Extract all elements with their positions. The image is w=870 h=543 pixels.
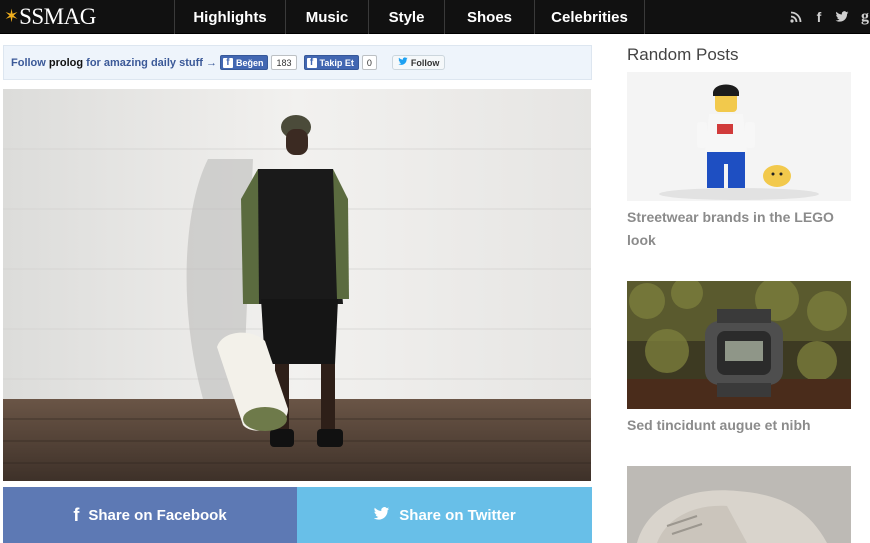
google-plus-icon[interactable]: g (857, 8, 870, 25)
star-icon: ✶ (4, 6, 20, 27)
nav-item-shoes[interactable]: Shoes (444, 0, 534, 34)
rss-icon[interactable] (788, 9, 804, 25)
sidebar-title: Random Posts (627, 45, 739, 64)
follow-count: 0 (361, 55, 377, 70)
share-facebook-label: Share on Facebook (88, 506, 227, 524)
share-twitter-button[interactable]: Share on Twitter (297, 487, 592, 543)
facebook-like-button[interactable]: f Beğen (219, 55, 269, 70)
nav-item-celebrities[interactable]: Celebrities (534, 0, 645, 34)
facebook-follow-button[interactable]: f Takip Et (303, 55, 359, 70)
top-navbar: ✶ SSMAG Highlights Music Style Shoes Cel… (0, 0, 870, 34)
twitter-icon (398, 56, 408, 69)
twitter-follow-button[interactable]: Follow (391, 55, 446, 70)
post-thumbnail[interactable] (627, 72, 851, 201)
like-count: 183 (271, 55, 297, 70)
facebook-icon: f (73, 504, 80, 525)
main-menu: Highlights Music Style Shoes Celebrities (174, 0, 645, 34)
post-thumbnail[interactable] (627, 466, 851, 543)
featured-image (3, 89, 591, 481)
share-twitter-label: Share on Twitter (399, 506, 516, 524)
logo-text: SSMAG (19, 4, 96, 29)
follow-bar: Follow prolog for amazing daily stuff → … (3, 45, 592, 80)
facebook-icon[interactable]: f (811, 9, 827, 25)
post-title-link[interactable]: Streetwear brands in the LEGO look (627, 206, 857, 252)
post-thumbnail[interactable] (627, 281, 851, 409)
nav-item-style[interactable]: Style (368, 0, 444, 34)
social-links: f g (788, 0, 870, 34)
twitter-icon[interactable] (834, 9, 850, 25)
twitter-icon (373, 505, 390, 526)
nav-item-music[interactable]: Music (285, 0, 368, 34)
follow-brand-link[interactable]: prolog (49, 57, 83, 69)
nav-item-highlights[interactable]: Highlights (174, 0, 285, 34)
share-facebook-button[interactable]: f Share on Facebook (3, 487, 297, 543)
facebook-icon: f (222, 57, 233, 68)
facebook-icon: f (306, 57, 317, 68)
site-logo[interactable]: ✶ SSMAG (4, 4, 96, 30)
follow-text: Follow prolog for amazing daily stuff → (11, 56, 217, 69)
post-title-link[interactable]: Sed tincidunt augue et nibh (627, 414, 857, 437)
